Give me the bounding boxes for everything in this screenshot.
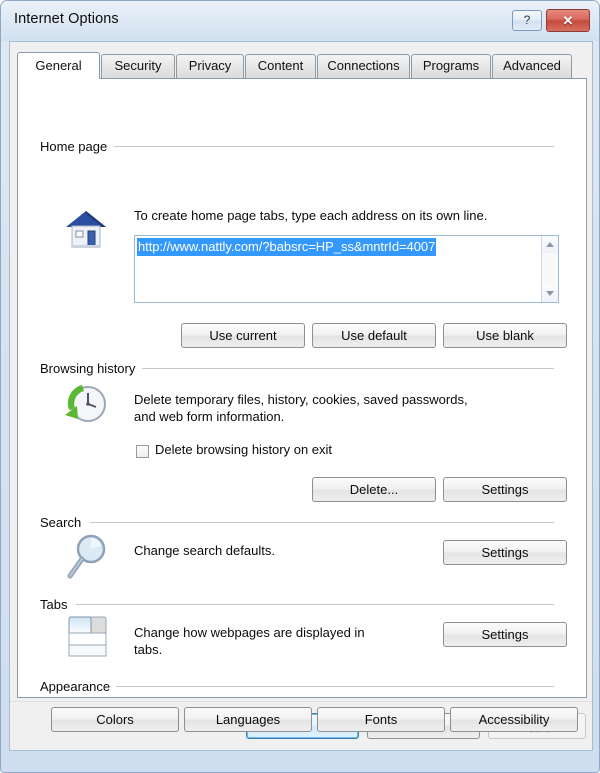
delete-history-on-exit-checkbox[interactable] [136,445,149,458]
browsing-history-settings-button[interactable]: Settings [443,477,567,502]
clock-refresh-icon [65,385,106,422]
tabs-settings-button[interactable]: Settings [443,622,567,647]
tab-content[interactable]: Content [245,54,316,78]
search-settings-button[interactable]: Settings [443,540,567,565]
use-blank-button[interactable]: Use blank [443,323,567,348]
home-page-scrollbar[interactable] [541,236,558,302]
magnifier-icon [67,534,106,579]
search-group-label: Search [40,515,88,530]
home-page-url-value[interactable]: http://www.nattly.com/?babsrc=HP_ss&mntr… [137,238,437,256]
search-group-rule [90,522,554,523]
search-description: Change search defaults. [134,543,275,558]
dialog-client-area: PC risk.com General Security Privacy Con… [9,41,593,751]
appearance-group-rule [116,686,554,687]
colors-button[interactable]: Colors [51,707,179,732]
tabs-description-line2: tabs. [134,642,163,657]
tabs-description-line1: Change how webpages are displayed in [134,625,365,640]
scrollbar-track[interactable] [542,253,558,285]
delete-history-on-exit-label[interactable]: Delete browsing history on exit [155,442,332,457]
accessibility-button[interactable]: Accessibility [450,707,578,732]
title-bar: Internet Options ? ✕ [1,1,599,41]
languages-button[interactable]: Languages [184,707,312,732]
tabs-group-rule [76,604,554,605]
browsing-history-group-rule [142,368,554,369]
browsing-history-description-line1: Delete temporary files, history, cookies… [134,392,468,407]
tab-general[interactable]: General [17,52,100,79]
use-current-button[interactable]: Use current [181,323,305,348]
general-tab-panel: Home page To create home page tabs, type… [17,78,587,732]
scroll-down-icon[interactable] [542,285,558,302]
tab-security[interactable]: Security [101,54,175,78]
close-icon[interactable]: ✕ [546,9,590,32]
house-icon [66,211,106,248]
browsing-history-group-label: Browsing history [40,361,142,376]
home-page-group-rule [114,146,554,147]
home-page-description: To create home page tabs, type each addr… [134,208,488,223]
tab-connections[interactable]: Connections [317,54,410,78]
home-page-url-textarea[interactable]: http://www.nattly.com/?babsrc=HP_ss&mntr… [134,235,559,303]
tab-privacy[interactable]: Privacy [176,54,244,78]
fonts-button[interactable]: Fonts [317,707,445,732]
tabs-group-label: Tabs [40,597,74,612]
use-default-button[interactable]: Use default [312,323,436,348]
scroll-up-icon[interactable] [542,236,558,253]
appearance-group-label: Appearance [40,679,117,694]
tab-advanced[interactable]: Advanced [492,54,572,78]
home-page-group-label: Home page [40,139,114,154]
internet-options-window: Internet Options ? ✕ PC risk.com General… [0,0,600,773]
window-title: Internet Options [14,11,119,27]
browser-tabs-icon [68,616,107,657]
tab-strip: General Security Privacy Content Connect… [17,52,587,79]
help-icon[interactable]: ? [512,10,542,31]
browsing-history-description-line2: and web form information. [134,409,285,424]
tab-programs[interactable]: Programs [411,54,491,78]
delete-button[interactable]: Delete... [312,477,436,502]
